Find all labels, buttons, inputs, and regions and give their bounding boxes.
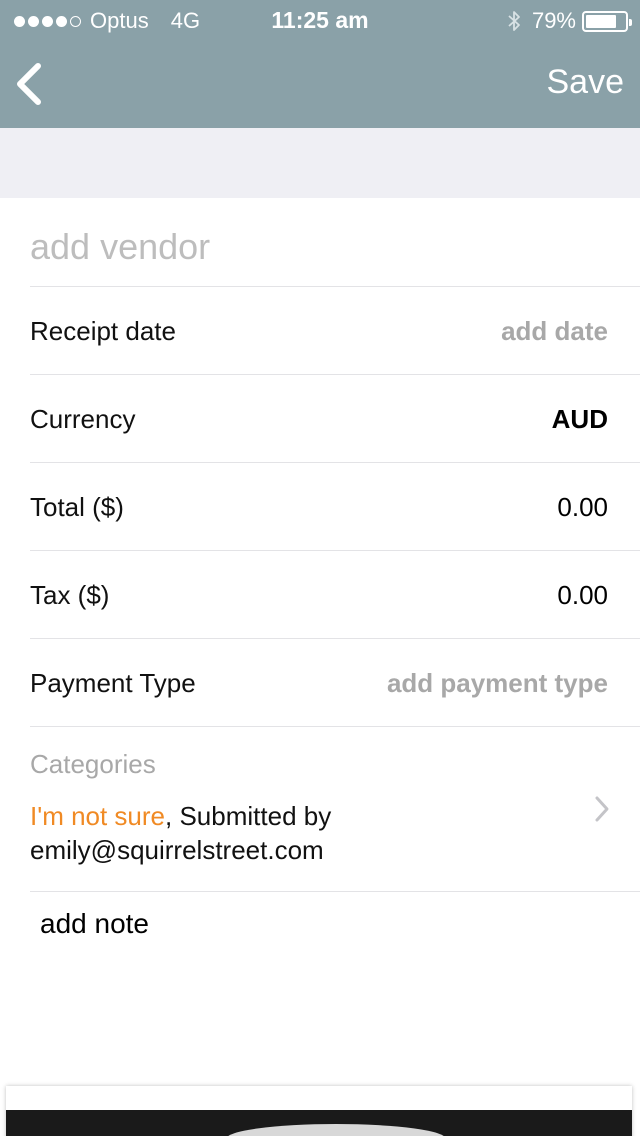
chevron-left-icon xyxy=(17,63,41,105)
battery-icon xyxy=(582,10,632,32)
payment-type-label: Payment Type xyxy=(30,668,196,698)
receipt-date-label: Receipt date xyxy=(30,316,176,346)
categories-row[interactable]: Categories I'm not sure, Submitted by em… xyxy=(30,727,640,892)
battery-level-fill xyxy=(586,14,616,28)
note-row xyxy=(30,892,640,962)
tax-row[interactable]: Tax ($) 0.00 xyxy=(30,551,640,639)
vendor-input[interactable] xyxy=(30,226,610,268)
bluetooth-icon xyxy=(508,11,520,31)
payment-type-value[interactable]: add payment type xyxy=(387,639,608,727)
receipt-date-value[interactable]: add date xyxy=(501,287,608,375)
payment-type-row[interactable]: Payment Type add payment type xyxy=(30,639,640,727)
categories-heading: Categories xyxy=(30,749,156,779)
total-label: Total ($) xyxy=(30,492,124,522)
back-button[interactable] xyxy=(12,60,52,108)
currency-row[interactable]: Currency AUD xyxy=(30,375,640,463)
section-spacer xyxy=(0,128,640,198)
currency-value[interactable]: AUD xyxy=(552,375,608,463)
save-button[interactable]: Save xyxy=(547,63,625,102)
receipt-photo-card[interactable] xyxy=(6,1086,632,1136)
category-value: I'm not sure xyxy=(30,801,166,831)
tax-value[interactable]: 0.00 xyxy=(557,551,608,639)
chevron-right-icon xyxy=(595,796,609,822)
battery-percent: 79% xyxy=(531,8,576,33)
currency-label: Currency xyxy=(30,404,136,434)
note-input[interactable] xyxy=(40,908,600,940)
status-right: 79% xyxy=(506,8,632,34)
header: Optus 4G 11:25 am 79% Save xyxy=(0,0,640,128)
total-value[interactable]: 0.00 xyxy=(557,463,608,551)
receipt-form: Receipt date add date Currency AUD Total… xyxy=(0,198,640,962)
categories-summary: I'm not sure, Submitted by emily@squirre… xyxy=(30,799,510,867)
total-row[interactable]: Total ($) 0.00 xyxy=(30,463,640,551)
nav-bar: Save xyxy=(0,40,640,128)
vendor-row xyxy=(30,198,640,287)
receipt-date-row[interactable]: Receipt date add date xyxy=(30,287,640,375)
receipt-photo[interactable] xyxy=(6,1110,632,1136)
tax-label: Tax ($) xyxy=(30,580,110,610)
status-bar: Optus 4G 11:25 am 79% xyxy=(0,0,640,40)
